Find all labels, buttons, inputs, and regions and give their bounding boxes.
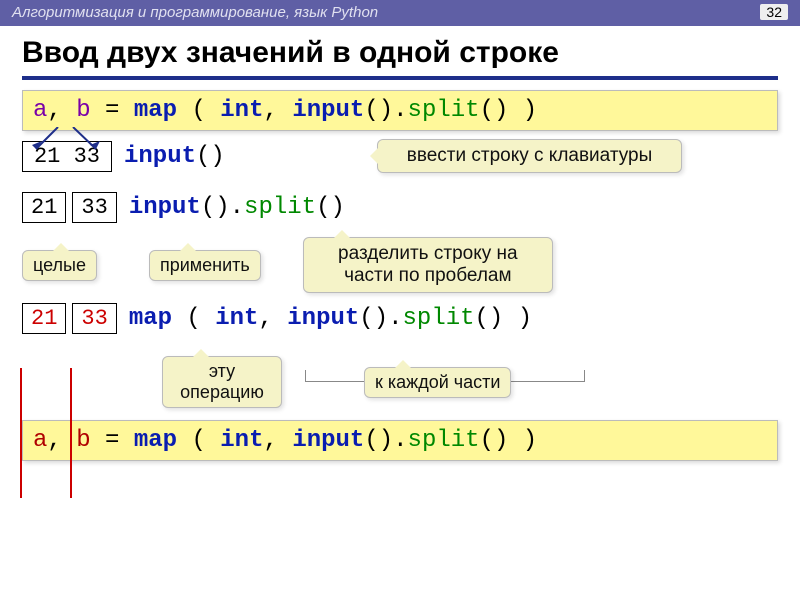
callout-to-each: к каждой части [364,367,511,398]
code-input: input() [124,143,225,170]
callout-enter-keyboard: ввести строку с клавиатуры [377,139,682,173]
row-split: 21 33 input().split() [22,192,778,223]
callout-apply: применить [149,250,261,281]
value-box-input: 21 33 [22,141,112,172]
value-box-int-b: 33 [72,303,116,334]
callout-row-2: эту операцию к каждой части [162,356,778,408]
callout-row-1: целые применить разделить строку на част… [22,237,778,293]
code-bar-bottom: a, b = map ( int, input().split() ) [22,420,778,461]
callout-integers: целые [22,250,97,281]
code-split: input().split() [129,194,345,221]
row-input: 21 33 input() ввести строку с клавиатуры [22,141,778,172]
code-map: map ( int, input().split() ) [129,305,532,332]
breadcrumb-bar: Алгоритмизация и программирование, язык … [0,0,800,26]
callout-split-spaces: разделить строку на части по пробелам [303,237,553,293]
callout-this-op: эту операцию [162,356,282,408]
code-bar-top: a, b = map ( int, input().split() ) [22,90,778,131]
breadcrumb-text: Алгоритмизация и программирование, язык … [12,4,378,21]
value-box-b: 33 [72,192,116,223]
value-box-int-a: 21 [22,303,66,334]
content-area: a, b = map ( int, input().split() ) 21 3… [0,90,800,461]
row-map: 21 33 map ( int, input().split() ) [22,303,778,334]
connector-line-a [20,368,22,498]
page-title: Ввод двух значений в одной строке [0,26,800,76]
title-rule [22,76,778,80]
page-number: 32 [760,4,788,20]
connector-line-b [70,368,72,498]
value-box-a: 21 [22,192,66,223]
